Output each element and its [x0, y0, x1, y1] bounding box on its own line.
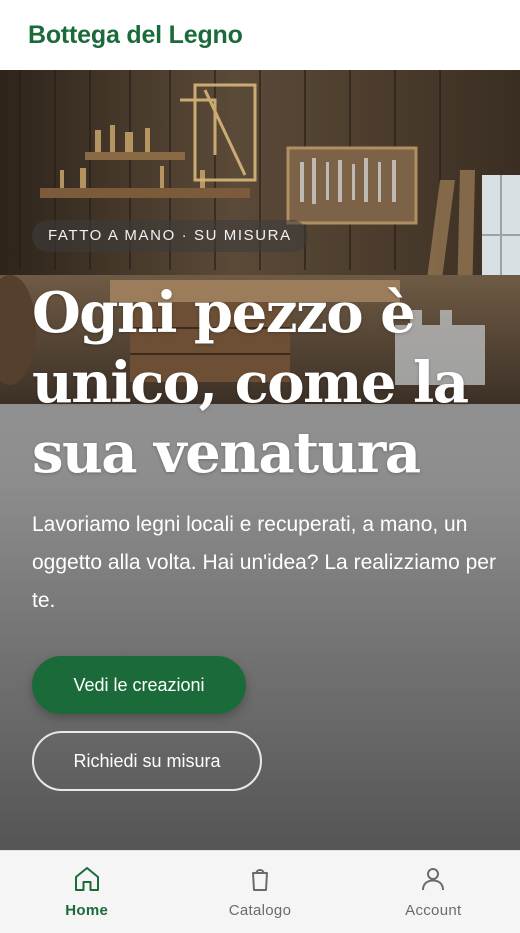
hero-headline: Ogni pezzo è unico, come la sua venatura: [32, 280, 469, 486]
tab-account-label: Account: [405, 902, 462, 919]
tab-home[interactable]: Home: [0, 851, 173, 933]
tab-account[interactable]: Account: [347, 851, 520, 933]
top-app-bar: Bottega del Legno: [0, 0, 520, 70]
home-icon: [74, 867, 99, 891]
tab-catalogo-label: Catalogo: [228, 902, 292, 919]
request-custom-button[interactable]: Richiedi su misura: [32, 731, 262, 791]
hero-section: FATTO A MANO · SU MISURA Ogni pezzo è un…: [0, 70, 520, 850]
shopping-bag-icon: [251, 869, 268, 891]
bottom-tab-bar: Home Catalogo Account: [0, 850, 520, 933]
brand-title[interactable]: Bottega del Legno: [28, 21, 243, 50]
hero-tag-badge: FATTO A MANO · SU MISURA: [32, 220, 308, 252]
hero-description: Lavoriamo legni locali e recuperati, a m…: [32, 513, 496, 612]
tab-home-label: Home: [65, 902, 109, 919]
view-creations-button[interactable]: Vedi le creazioni: [32, 656, 246, 714]
user-icon: [422, 868, 445, 891]
tab-catalogo[interactable]: Catalogo: [173, 851, 346, 933]
